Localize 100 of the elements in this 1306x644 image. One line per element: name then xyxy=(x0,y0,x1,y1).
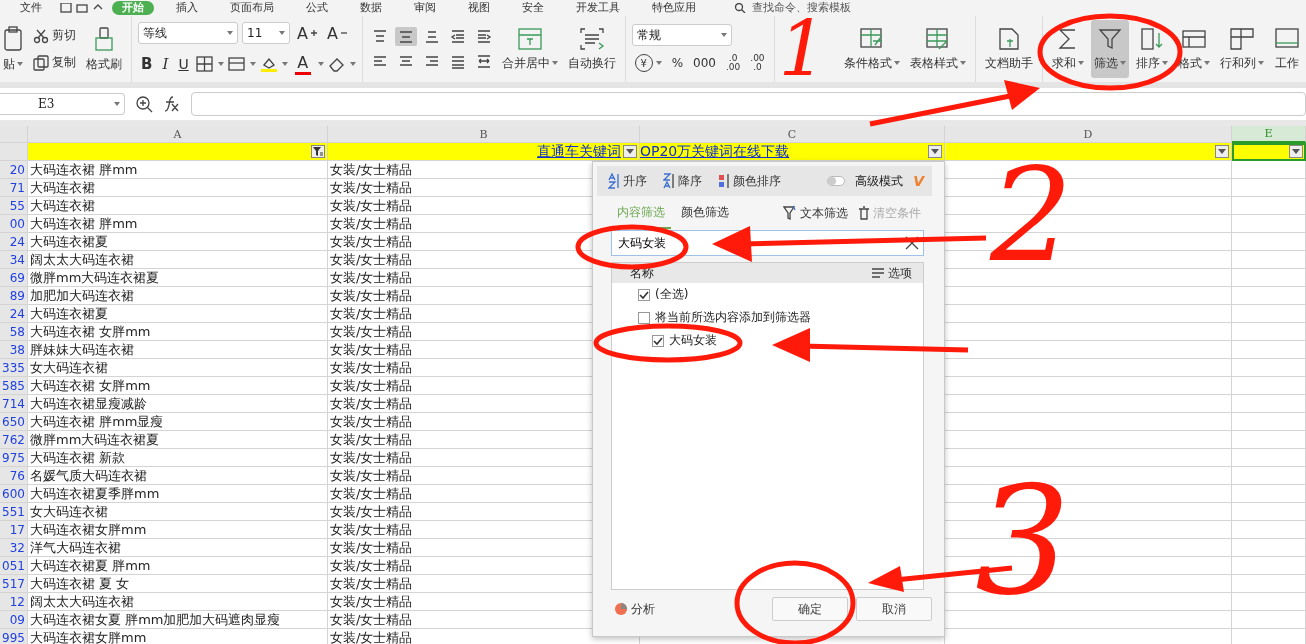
text-filter-button[interactable]: 文本筛选 xyxy=(780,202,851,224)
row-number[interactable]: 24 xyxy=(0,305,28,323)
dialog-button[interactable]: 确定 xyxy=(772,597,848,621)
row-number[interactable]: 71 xyxy=(0,179,28,197)
toolbar-button[interactable]: 表格样式 xyxy=(906,20,969,78)
thousands-button[interactable]: 000 xyxy=(690,54,719,72)
row-number[interactable]: 24 xyxy=(0,233,28,251)
worksheet-icon xyxy=(1273,26,1300,51)
toggle-switch[interactable] xyxy=(827,176,846,186)
cell-style-icon[interactable] xyxy=(227,55,246,72)
borders-icon[interactable] xyxy=(195,55,214,72)
toolbar-button[interactable]: 复制 xyxy=(30,52,79,73)
decimal-button[interactable]: .00 .0 xyxy=(747,52,768,74)
ribbon-tab[interactable]: 插入 xyxy=(166,1,208,15)
table-cell: 大码连衣裙 胖mm xyxy=(28,161,328,179)
checkbox-label[interactable]: (全选) xyxy=(655,286,689,303)
ribbon-tab[interactable]: 视图 xyxy=(458,1,500,15)
font-select[interactable]: 等线 xyxy=(138,22,238,44)
function-icon[interactable] xyxy=(163,96,181,112)
row-number[interactable]: 76 xyxy=(0,467,28,485)
row-number[interactable]: 650 xyxy=(0,413,28,431)
row-number[interactable]: 12 xyxy=(0,593,28,611)
row-number[interactable]: 714 xyxy=(0,395,28,413)
ribbon-tab[interactable]: 特色应用 xyxy=(642,1,706,15)
row-number[interactable]: 55 xyxy=(0,197,28,215)
merge-cells-icon xyxy=(516,26,543,51)
options-button[interactable]: 选项 xyxy=(868,262,915,284)
ribbon-tab[interactable]: 页面布局 xyxy=(220,1,284,15)
row-number[interactable]: 995 xyxy=(0,629,28,644)
row-number[interactable]: 09 xyxy=(0,611,28,629)
formula-input[interactable] xyxy=(191,92,1306,116)
font-size-select[interactable]: 11 xyxy=(242,22,290,44)
row-number[interactable]: 32 xyxy=(0,539,28,557)
filter-dropdown-button[interactable] xyxy=(1215,145,1229,158)
checkbox-label[interactable]: 将当前所选内容添加到筛选器 xyxy=(655,309,811,326)
checkbox[interactable] xyxy=(652,334,664,347)
conditional-format-icon xyxy=(858,26,885,51)
row-number[interactable]: 00 xyxy=(0,215,28,233)
name-box[interactable]: E3 xyxy=(0,93,125,115)
toolbar-button[interactable]: 工作 xyxy=(1270,20,1303,78)
toolbar-button[interactable]: 合并居中 xyxy=(498,20,561,78)
ribbon-tab[interactable]: 安全 xyxy=(512,1,554,15)
filter-dropdown-button[interactable] xyxy=(1289,145,1303,158)
number-format-select[interactable]: 常规 xyxy=(631,24,732,46)
toolbar-button[interactable]: 格式 xyxy=(1174,20,1213,78)
checkbox[interactable] xyxy=(638,288,650,301)
row-number[interactable]: 762 xyxy=(0,431,28,449)
filter-dropdown-button[interactable] xyxy=(928,145,942,158)
row-number[interactable]: 335 xyxy=(0,359,28,377)
ribbon-tab[interactable]: 审阅 xyxy=(404,1,446,15)
dialog-button[interactable]: 取消 xyxy=(856,597,932,621)
filter-active-button[interactable] xyxy=(311,145,325,158)
row-number[interactable]: 517 xyxy=(0,575,28,593)
bold-button[interactable]: B xyxy=(138,52,156,75)
toolbar-button[interactable]: 剪切 xyxy=(30,25,79,46)
command-search-placeholder[interactable]: 查找命令、搜索模板 xyxy=(749,1,854,15)
shrink-font-button[interactable]: A xyxy=(323,21,350,45)
italic-button[interactable]: I xyxy=(159,52,172,75)
zoom-icon[interactable] xyxy=(135,95,153,113)
row-number[interactable]: 600 xyxy=(0,485,28,503)
toolbar-button[interactable]: 格式刷 xyxy=(83,20,125,78)
column-header[interactable]: E xyxy=(1232,126,1306,143)
toolbar-button[interactable]: 条件格式 xyxy=(840,20,903,78)
toolbar-button[interactable]: 文档助手 xyxy=(981,20,1036,78)
filter-tab[interactable]: 颜色筛选 xyxy=(675,197,735,229)
toolbar-button[interactable]: 贴 xyxy=(0,20,26,78)
row-number[interactable]: 975 xyxy=(0,449,28,467)
font-color-button[interactable]: A xyxy=(291,50,314,77)
checkbox-label[interactable]: 大码女装 xyxy=(669,332,717,349)
grow-font-button[interactable]: A xyxy=(294,21,320,45)
alignment-button[interactable] xyxy=(394,27,417,46)
row-number[interactable]: 17 xyxy=(0,521,28,539)
row-number[interactable]: 34 xyxy=(0,251,28,269)
color-bar-icon xyxy=(294,71,311,75)
toolbar-button[interactable]: 自动换行 xyxy=(564,20,619,78)
ribbon-tab[interactable]: 数据 xyxy=(350,1,392,15)
file-menu[interactable]: 文件 xyxy=(10,1,52,15)
sort-button[interactable]: 降序 xyxy=(660,170,705,192)
row-number[interactable]: 58 xyxy=(0,323,28,341)
ribbon-tab[interactable]: 开发工具 xyxy=(566,1,630,15)
toolbar-button[interactable]: 行和列 xyxy=(1216,20,1267,78)
row-number[interactable]: 69 xyxy=(0,269,28,287)
row-number[interactable]: 051 xyxy=(0,557,28,575)
toolbar-button[interactable]: 排序 xyxy=(1132,20,1171,78)
currency-button[interactable]: ¥ xyxy=(631,52,665,74)
caret-icon xyxy=(655,61,662,65)
row-number[interactable]: 38 xyxy=(0,341,28,359)
sort-button[interactable]: 颜色排序 xyxy=(715,170,784,192)
row-number[interactable]: 585 xyxy=(0,377,28,395)
underline-button[interactable]: U xyxy=(175,53,192,74)
toolbar-button[interactable]: 求和 xyxy=(1048,20,1087,78)
percent-button[interactable]: % xyxy=(668,54,687,72)
row-number[interactable]: 551 xyxy=(0,503,28,521)
checkbox[interactable] xyxy=(638,311,650,324)
row-number[interactable]: 20 xyxy=(0,161,28,179)
decimal-button[interactable]: .0 .00 xyxy=(722,52,744,74)
toolbar-button[interactable]: 筛选 xyxy=(1090,20,1129,78)
filter-dropdown-button[interactable] xyxy=(623,145,637,158)
ribbon-tab[interactable]: 公式 xyxy=(296,1,338,15)
row-number[interactable]: 89 xyxy=(0,287,28,305)
